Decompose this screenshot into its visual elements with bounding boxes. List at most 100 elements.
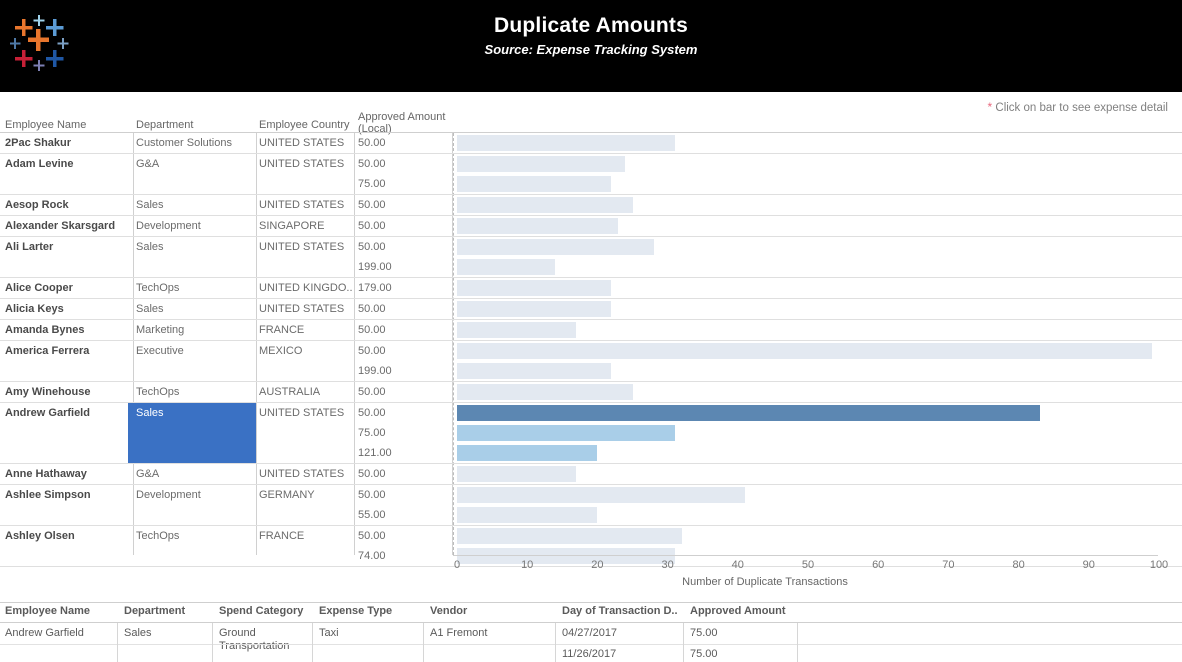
- column-header-department[interactable]: Department: [136, 119, 193, 131]
- detail-department: Sales: [124, 627, 152, 640]
- bar-track: [453, 361, 1182, 381]
- detail-column-transaction-date[interactable]: Day of Transaction D..: [562, 605, 678, 617]
- cell-employee-name: 2Pac Shakur: [5, 133, 133, 153]
- cell-department: TechOps: [136, 278, 256, 298]
- detail-header-row: Employee Name Department Spend Category …: [0, 605, 1182, 622]
- detail-transaction-date: 11/26/2017: [562, 648, 616, 661]
- duplicate-transactions-bar[interactable]: [457, 487, 745, 503]
- bar-track: [453, 443, 1182, 463]
- cell-employee-country: AUSTRALIA: [259, 382, 354, 402]
- duplicate-transactions-bar[interactable]: [457, 197, 633, 213]
- cell-approved-amount: 121.00: [358, 443, 450, 463]
- table-row[interactable]: Alexander SkarsgardDevelopmentSINGAPORE5…: [0, 216, 1182, 237]
- cell-approved-amount: 50.00: [358, 485, 450, 505]
- selected-department-cell[interactable]: Sales: [128, 403, 256, 463]
- bar-track: [453, 174, 1182, 194]
- dashboard-subtitle: Source: Expense Tracking System: [0, 41, 1182, 59]
- column-header-row: Employee Name Department Employee Countr…: [0, 105, 1182, 132]
- cell-employee-country: UNITED STATES: [259, 154, 354, 174]
- data-rows-container: 2Pac ShakurCustomer SolutionsUNITED STAT…: [0, 133, 1182, 567]
- table-row[interactable]: Ali LarterSalesUNITED STATES50.00199.00: [0, 237, 1182, 278]
- cell-employee-name: Aesop Rock: [5, 195, 133, 215]
- detail-column-employee-name[interactable]: Employee Name: [5, 605, 90, 617]
- duplicate-transactions-bar[interactable]: [457, 363, 611, 379]
- bar-pane: [453, 154, 1182, 194]
- bar-pane: [453, 237, 1182, 277]
- duplicate-transactions-bar[interactable]: [457, 280, 611, 296]
- cell-department: G&A: [136, 154, 256, 174]
- cell-approved-amount: 50.00: [358, 237, 450, 257]
- duplicate-transactions-bar[interactable]: [457, 259, 555, 275]
- duplicate-transactions-bar[interactable]: [457, 528, 682, 544]
- axis-tick-label: 10: [521, 559, 533, 571]
- detail-column-expense-type[interactable]: Expense Type: [319, 605, 392, 617]
- table-row[interactable]: Adam LevineG&AUNITED STATES50.0075.00: [0, 154, 1182, 195]
- detail-col-divider-2: [212, 623, 213, 662]
- table-row[interactable]: Andrew GarfieldSalesUNITED STATES50.0075…: [0, 403, 1182, 464]
- bar-pane: [453, 341, 1182, 381]
- table-row[interactable]: 2Pac ShakurCustomer SolutionsUNITED STAT…: [0, 133, 1182, 154]
- cell-department: Sales: [136, 403, 164, 423]
- x-axis-title: Number of Duplicate Transactions: [0, 576, 1182, 588]
- detail-header-divider: [0, 622, 1182, 623]
- duplicate-transactions-bar[interactable]: [457, 384, 633, 400]
- duplicate-transactions-bar[interactable]: [457, 466, 576, 482]
- detail-column-department[interactable]: Department: [124, 605, 185, 617]
- bar-pane: [453, 403, 1182, 463]
- table-row[interactable]: Alice CooperTechOpsUNITED KINGDO..179.00: [0, 278, 1182, 299]
- duplicate-transactions-bar[interactable]: [457, 135, 675, 151]
- column-header-employee-name[interactable]: Employee Name: [5, 119, 86, 131]
- duplicate-transactions-bar[interactable]: [457, 445, 597, 461]
- cell-employee-name: Amy Winehouse: [5, 382, 133, 402]
- bar-pane: [453, 216, 1182, 236]
- duplicate-transactions-bar[interactable]: [457, 218, 618, 234]
- detail-column-vendor[interactable]: Vendor: [430, 605, 467, 617]
- cell-department: Marketing: [136, 320, 256, 340]
- detail-col-divider-5: [555, 623, 556, 662]
- axis-tick-label: 70: [942, 559, 954, 571]
- axis-tick-label: 0: [454, 559, 460, 571]
- duplicate-transactions-bar[interactable]: [457, 156, 625, 172]
- cell-department: Development: [136, 216, 256, 236]
- detail-column-spend-category[interactable]: Spend Category: [219, 605, 303, 617]
- duplicate-transactions-bar[interactable]: [457, 343, 1152, 359]
- cell-approved-amount: 50.00: [358, 154, 450, 174]
- cell-employee-name: Ashley Olsen: [5, 526, 133, 546]
- axis-line: [453, 555, 1158, 556]
- duplicate-transactions-bar[interactable]: [457, 507, 597, 523]
- cell-approved-amount: 50.00: [358, 382, 450, 402]
- bar-pane: [453, 133, 1182, 153]
- dashboard-title: Duplicate Amounts: [0, 12, 1182, 40]
- table-row[interactable]: Ashlee SimpsonDevelopmentGERMANY50.0055.…: [0, 485, 1182, 526]
- table-row[interactable]: Anne HathawayG&AUNITED STATES50.00: [0, 464, 1182, 485]
- table-row[interactable]: Amy WinehouseTechOpsAUSTRALIA50.00: [0, 382, 1182, 403]
- expense-detail-table: Employee Name Department Spend Category …: [0, 602, 1182, 660]
- table-row[interactable]: Aesop RockSalesUNITED STATES50.00: [0, 195, 1182, 216]
- bar-pane: [453, 382, 1182, 402]
- detail-transaction-date: 04/27/2017: [562, 627, 617, 640]
- duplicate-transactions-bar[interactable]: [457, 239, 654, 255]
- cell-department: Sales: [136, 299, 256, 319]
- bar-track: [453, 485, 1182, 505]
- duplicate-transactions-bar[interactable]: [457, 425, 675, 441]
- tableau-dashboard: Duplicate Amounts Source: Expense Tracki…: [0, 0, 1182, 660]
- table-row[interactable]: Amanda BynesMarketingFRANCE50.00: [0, 320, 1182, 341]
- column-header-employee-country[interactable]: Employee Country: [259, 119, 350, 131]
- detail-col-divider-4: [423, 623, 424, 662]
- approved-amount-line1: Approved Amount: [358, 111, 445, 123]
- cell-department: Sales: [136, 237, 256, 257]
- axis-tick-label: 90: [1083, 559, 1095, 571]
- cell-department: Executive: [136, 341, 256, 361]
- detail-column-approved-amount[interactable]: Approved Amount: [690, 605, 786, 617]
- duplicate-transactions-bar[interactable]: [457, 322, 576, 338]
- detail-vendor: A1 Fremont: [430, 627, 487, 640]
- table-row[interactable]: America FerreraExecutiveMEXICO50.00199.0…: [0, 341, 1182, 382]
- duplicate-transactions-bar[interactable]: [457, 176, 611, 192]
- duplicate-transactions-bar[interactable]: [457, 301, 611, 317]
- detail-col-divider-6: [683, 623, 684, 662]
- detail-row[interactable]: 11/26/2017 75.00: [0, 645, 1182, 661]
- table-row[interactable]: Alicia KeysSalesUNITED STATES50.00: [0, 299, 1182, 320]
- detail-col-divider-3: [312, 623, 313, 662]
- x-axis: 0102030405060708090100 Number of Duplica…: [0, 555, 1182, 595]
- duplicate-transactions-bar[interactable]: [457, 405, 1040, 421]
